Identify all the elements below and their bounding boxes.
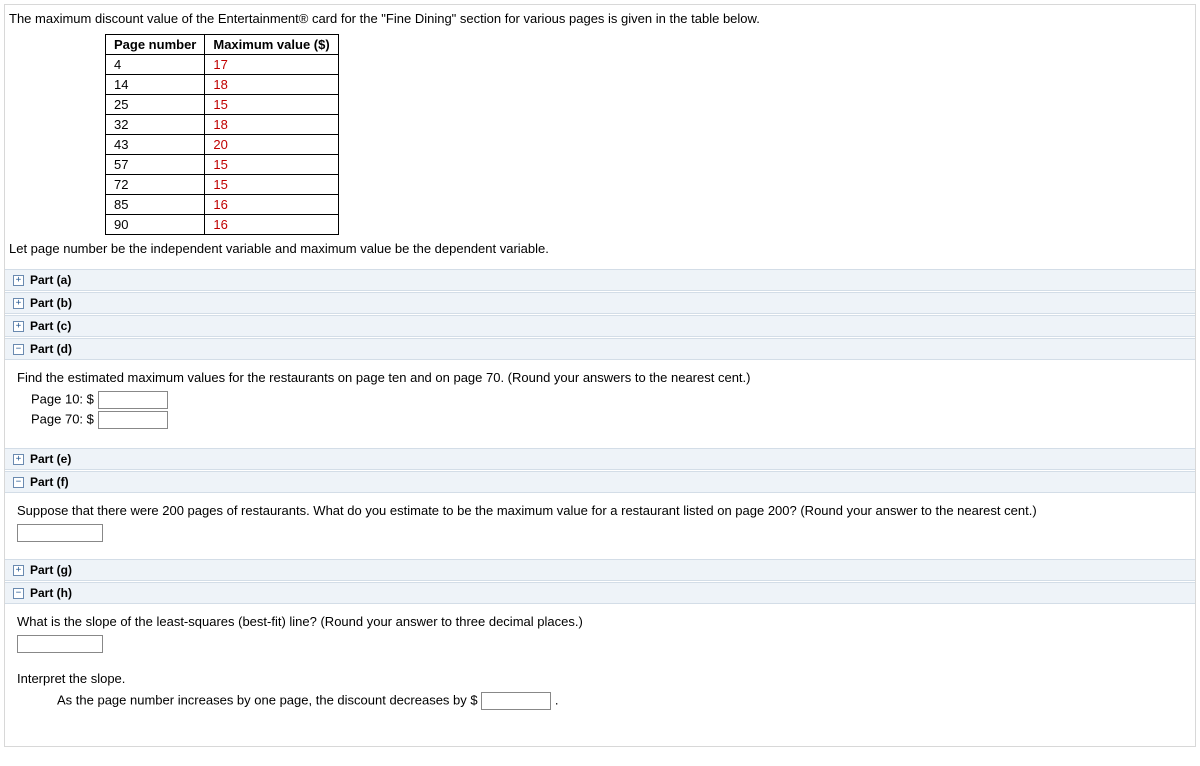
- interpret-before: As the page number increases by one page…: [57, 692, 478, 707]
- expand-icon: +: [13, 565, 24, 576]
- collapse-icon: −: [13, 588, 24, 599]
- table-row: 7215: [106, 175, 339, 195]
- part-b-label: Part (b): [30, 296, 72, 310]
- page70-row: Page 70: $: [31, 411, 1183, 429]
- slope-input[interactable]: [17, 635, 103, 653]
- table-row: 3218: [106, 115, 339, 135]
- part-h-header[interactable]: − Part (h): [5, 582, 1195, 604]
- part-d-header[interactable]: − Part (d): [5, 338, 1195, 360]
- part-a-header[interactable]: + Part (a): [5, 269, 1195, 291]
- part-e-label: Part (e): [30, 452, 71, 466]
- page10-label: Page 10: $: [31, 391, 94, 406]
- page70-input[interactable]: [98, 411, 168, 429]
- part-c-header[interactable]: + Part (c): [5, 315, 1195, 337]
- page10-row: Page 10: $: [31, 391, 1183, 409]
- interpret-label: Interpret the slope.: [17, 671, 1183, 686]
- page70-label: Page 70: $: [31, 411, 94, 426]
- part-e-header[interactable]: + Part (e): [5, 448, 1195, 470]
- collapse-icon: −: [13, 477, 24, 488]
- page10-input[interactable]: [98, 391, 168, 409]
- part-b-header[interactable]: + Part (b): [5, 292, 1195, 314]
- part-d-label: Part (d): [30, 342, 72, 356]
- part-f-header[interactable]: − Part (f): [5, 471, 1195, 493]
- table-row: 417: [106, 55, 339, 75]
- interpret-sentence: As the page number increases by one page…: [57, 692, 1183, 710]
- variable-note: Let page number be the independent varia…: [5, 239, 1195, 268]
- table-row: 4320: [106, 135, 339, 155]
- table-header-row: Page number Maximum value ($): [106, 35, 339, 55]
- table-row: 8516: [106, 195, 339, 215]
- table-row: 5715: [106, 155, 339, 175]
- part-h-label: Part (h): [30, 586, 72, 600]
- interpret-after: .: [555, 692, 559, 707]
- slope-input-row: [17, 635, 1183, 653]
- page200-input[interactable]: [17, 524, 103, 542]
- table-row: 1418: [106, 75, 339, 95]
- table-row: 2515: [106, 95, 339, 115]
- part-f-input-row: [17, 524, 1183, 542]
- interpret-input[interactable]: [481, 692, 551, 710]
- expand-icon: +: [13, 275, 24, 286]
- collapse-icon: −: [13, 344, 24, 355]
- intro-text: The maximum discount value of the Entert…: [5, 5, 1195, 30]
- part-f-question: Suppose that there were 200 pages of res…: [17, 503, 1183, 518]
- col-header-page: Page number: [106, 35, 205, 55]
- expand-icon: +: [13, 454, 24, 465]
- question-container: The maximum discount value of the Entert…: [4, 4, 1196, 747]
- part-h-content: What is the slope of the least-squares (…: [5, 604, 1195, 726]
- part-g-header[interactable]: + Part (g): [5, 559, 1195, 581]
- table-row: 9016: [106, 215, 339, 235]
- part-f-content: Suppose that there were 200 pages of res…: [5, 493, 1195, 558]
- part-c-label: Part (c): [30, 319, 71, 333]
- expand-icon: +: [13, 298, 24, 309]
- part-d-question: Find the estimated maximum values for th…: [17, 370, 1183, 385]
- part-a-label: Part (a): [30, 273, 71, 287]
- part-g-label: Part (g): [30, 563, 72, 577]
- col-header-value: Maximum value ($): [205, 35, 338, 55]
- part-f-label: Part (f): [30, 475, 69, 489]
- part-h-question: What is the slope of the least-squares (…: [17, 614, 1183, 629]
- data-table: Page number Maximum value ($) 417 1418 2…: [105, 34, 339, 235]
- part-d-content: Find the estimated maximum values for th…: [5, 360, 1195, 447]
- expand-icon: +: [13, 321, 24, 332]
